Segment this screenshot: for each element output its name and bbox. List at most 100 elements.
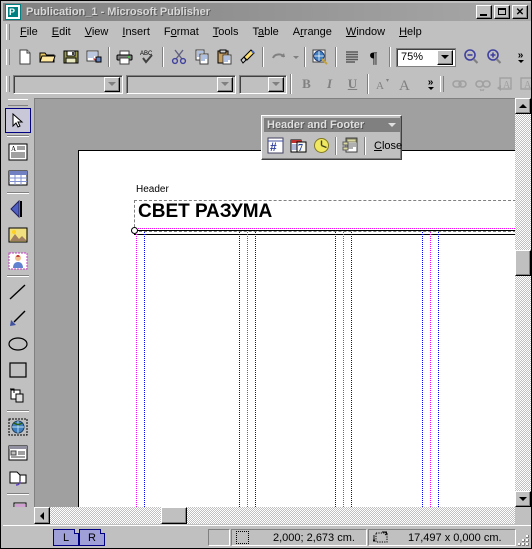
style-combo[interactable] (13, 74, 123, 94)
copy-icon[interactable] (190, 46, 213, 68)
pointer-tool[interactable] (5, 108, 31, 133)
paste-icon[interactable] (213, 46, 236, 68)
guide-column-6 (422, 232, 423, 507)
header-footer-toolbar[interactable]: Header and Footer # 7 Close (261, 115, 402, 160)
scroll-down-button[interactable] (515, 491, 531, 507)
text-flow-icon[interactable] (340, 46, 363, 68)
font-size-dropdown-button[interactable] (268, 76, 284, 92)
open-icon[interactable] (36, 46, 59, 68)
html-code-fragment-tool[interactable] (5, 466, 31, 491)
print-icon[interactable] (113, 46, 136, 68)
picture-frame-tool[interactable] (5, 222, 31, 247)
close-button[interactable]: ✕ (512, 5, 528, 19)
menu-insert[interactable]: Insert (115, 24, 157, 40)
menu-view[interactable]: View (78, 24, 116, 40)
minimize-button[interactable] (476, 5, 492, 19)
insert-page-number-icon[interactable]: # (264, 135, 287, 157)
menu-arrange[interactable]: Arrange (286, 24, 339, 40)
font-dropdown-button[interactable] (217, 76, 233, 92)
menu-file[interactable]: File (13, 24, 45, 40)
standard-toolbar: ABC ¶ 75% » (3, 44, 531, 70)
clip-gallery-tool[interactable] (5, 248, 31, 273)
zoom-combo[interactable]: 75% (396, 47, 456, 67)
publication-page[interactable]: Header СВЕТ РАЗУМА (78, 150, 515, 507)
menu-window[interactable]: Window (339, 24, 392, 40)
undo-dropdown-icon[interactable] (290, 46, 301, 68)
close-header-footer-button[interactable]: Close (368, 140, 408, 152)
standard-toolbar-grip[interactable] (6, 49, 10, 65)
style-dropdown-button[interactable] (104, 76, 120, 92)
form-control-tool[interactable] (5, 440, 31, 465)
vertical-scrollbar[interactable] (515, 98, 531, 507)
insert-date-icon[interactable]: 7 (287, 135, 310, 157)
connect-text-frames-icon[interactable] (447, 73, 470, 95)
wordart-tool[interactable] (5, 196, 31, 221)
menu-tools[interactable]: Tools (206, 24, 246, 40)
scroll-up-button[interactable] (515, 98, 531, 114)
horizontal-scrollbar[interactable] (34, 507, 515, 524)
increase-font-size-button[interactable]: A (395, 73, 418, 95)
zoom-in-icon[interactable] (483, 46, 506, 68)
custom-shapes-tool[interactable] (5, 383, 31, 408)
header-footer-toolbar-titlebar[interactable]: Header and Footer (264, 118, 400, 132)
italic-button[interactable]: I (318, 73, 341, 95)
show-header-footer-icon[interactable] (339, 135, 362, 157)
menu-table[interactable]: Table (245, 24, 285, 40)
save-icon[interactable] (59, 46, 82, 68)
rectangle-tool[interactable] (5, 357, 31, 382)
chevron-down-icon[interactable] (385, 119, 398, 131)
design-gallery-icon[interactable] (309, 46, 332, 68)
text-frame-tool[interactable]: A (5, 139, 31, 164)
menu-format[interactable]: Format (157, 24, 206, 40)
standard-toolbar-overflow[interactable]: » (514, 46, 527, 68)
insert-time-icon[interactable] (310, 135, 333, 157)
page-tab-right[interactable]: R (79, 529, 105, 546)
font-size-combo[interactable] (239, 74, 287, 94)
scroll-left-button[interactable] (34, 507, 50, 524)
hot-spot-tool[interactable] (5, 414, 31, 439)
zoom-out-icon[interactable] (460, 46, 483, 68)
spelling-icon[interactable]: ABC (136, 46, 159, 68)
menu-help[interactable]: Help (392, 24, 429, 40)
disconnect-text-frames-icon[interactable] (470, 73, 493, 95)
page-tab-left[interactable]: L (53, 529, 79, 546)
line-tool[interactable] (5, 279, 31, 304)
horizontal-scroll-track[interactable] (50, 507, 515, 524)
special-characters-icon[interactable]: ¶ (363, 46, 386, 68)
previous-text-frame-icon[interactable]: A (493, 73, 516, 95)
underline-button[interactable]: U (341, 73, 364, 95)
formatting-toolbar-grip-2[interactable] (440, 76, 444, 92)
vertical-scroll-thumb[interactable] (515, 250, 531, 276)
maximize-button[interactable] (494, 5, 510, 19)
next-text-frame-icon[interactable]: A (516, 73, 531, 95)
document-workspace[interactable]: Header СВЕТ РАЗУМА Header and Footer # 7… (34, 98, 515, 507)
email-icon[interactable] (82, 46, 105, 68)
scrollbar-corner-right (515, 507, 531, 524)
header-title-text[interactable]: СВЕТ РАЗУМА (138, 201, 272, 223)
format-painter-icon[interactable] (236, 46, 259, 68)
svg-text:A: A (11, 145, 16, 153)
objects-toolbar-grip[interactable] (8, 99, 28, 106)
horizontal-scroll-thumb[interactable] (161, 507, 187, 524)
cut-icon[interactable] (167, 46, 190, 68)
header-frame-handle[interactable] (131, 227, 138, 234)
table-frame-tool[interactable] (5, 165, 31, 190)
formatting-toolbar-grip[interactable] (6, 76, 10, 92)
bold-button[interactable]: B (295, 73, 318, 95)
object-size-field: 17,497 x 0,000 cm. (368, 529, 516, 546)
undo-icon[interactable] (267, 46, 290, 68)
new-icon[interactable] (13, 46, 36, 68)
arrow-tool[interactable] (5, 305, 31, 330)
decrease-font-size-button[interactable]: A (372, 73, 395, 95)
zoom-dropdown-button[interactable] (437, 49, 453, 65)
menu-bar-grip[interactable] (6, 23, 10, 40)
oval-tool[interactable] (5, 331, 31, 356)
page-navigator[interactable]: L R (53, 529, 105, 546)
formatting-toolbar-overflow[interactable]: » (424, 73, 437, 95)
publisher-icon[interactable] (5, 4, 21, 20)
menu-edit[interactable]: Edit (45, 24, 78, 40)
vertical-scroll-track[interactable] (515, 114, 531, 491)
window-resize-grip[interactable] (515, 532, 529, 546)
font-combo[interactable] (126, 74, 236, 94)
palette-separator (7, 135, 29, 137)
